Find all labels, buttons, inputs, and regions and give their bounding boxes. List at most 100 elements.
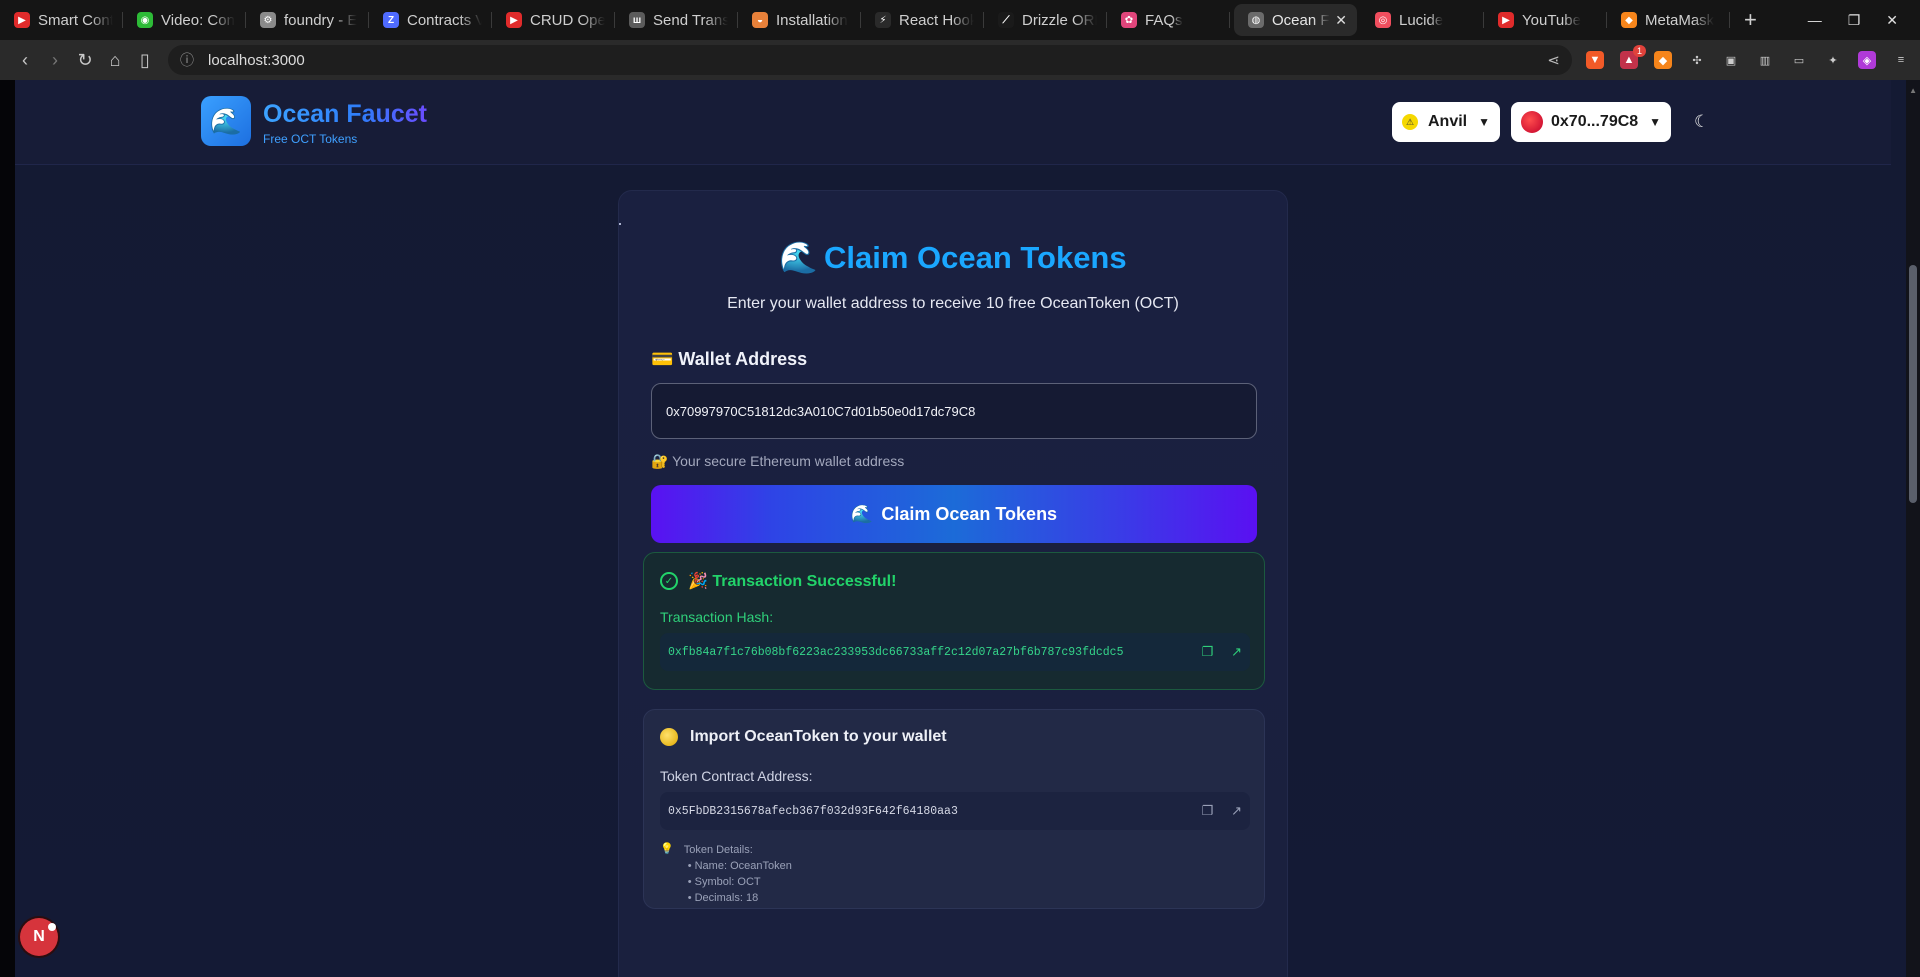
claim-card: 🌊 Claim Ocean Tokens Enter your wallet ad…	[618, 190, 1288, 977]
browser-toolbar: ‹ › ↻ ⌂ ▯ ⓘ localhost:3000 ⋖ ▼ ▲ 1 ◆ ✣ ▣ …	[0, 40, 1920, 80]
wave-icon: 🌊	[779, 240, 818, 275]
tab-label: Video: Con	[161, 11, 235, 29]
brand-title[interactable]: Ocean Faucet	[263, 100, 427, 129]
tab-label: foundry - E	[284, 11, 358, 29]
network-selector-button[interactable]: ⚠ Anvil ▼	[1392, 102, 1500, 142]
close-window-icon[interactable]: ✕	[1886, 12, 1898, 29]
forward-icon[interactable]: ›	[40, 50, 70, 71]
transaction-success-panel: ✓ 🎉 Transaction Successful! Transaction …	[643, 552, 1265, 690]
import-token-panel: Import OceanToken to your wallet Token C…	[643, 709, 1265, 909]
maximize-icon[interactable]: ❐	[1848, 12, 1861, 29]
tab-a-0[interactable]: ▶ Smart Cont	[0, 0, 123, 40]
token-details: 💡 Token Details: • Name: OceanToken • Sy…	[660, 842, 792, 906]
tab-a-8[interactable]: ⟋ Drizzle ORM	[984, 0, 1107, 40]
token-address-value[interactable]: 0x5FbDB2315678afecb367f032d93F642f64180a…	[668, 805, 958, 818]
token-detail-name: • Name: OceanToken	[687, 860, 792, 872]
brand-subtitle: Free OCT Tokens	[263, 132, 358, 146]
leo-ai-icon[interactable]: ✦	[1824, 51, 1842, 69]
tab-b-1[interactable]: ▶ YouTube	[1484, 0, 1607, 40]
minimize-icon[interactable]: —	[1808, 12, 1822, 29]
wave-logo-icon[interactable]: 🌊	[201, 96, 251, 146]
token-address-label: Token Contract Address:	[660, 768, 813, 784]
new-tab-button[interactable]: +	[1730, 7, 1771, 33]
token-address-row: 0x5FbDB2315678afecb367f032d93F642f64180a…	[660, 792, 1250, 830]
share-icon[interactable]: ⋖	[1547, 51, 1560, 69]
account-avatar	[1521, 111, 1543, 133]
browser-tab-bar: ▶ Smart Cont ◉ Video: Con ⚙ foundry - E Z Contr…	[0, 0, 1920, 40]
scroll-up-arrow-icon[interactable]: ▲	[1909, 86, 1917, 95]
tab-a-2[interactable]: ⚙ foundry - E	[246, 0, 369, 40]
scrollbar-thumb[interactable]	[1909, 265, 1917, 503]
account-label: 0x70...79C8	[1551, 113, 1639, 130]
copy-icon[interactable]: ❐	[1201, 644, 1213, 660]
sidebar-icon[interactable]: ▥	[1756, 51, 1774, 69]
tab-favicon-icon: Z	[383, 12, 399, 28]
metamask-extension-icon[interactable]: ◆	[1654, 51, 1672, 69]
tab-a-3[interactable]: Z Contracts V	[369, 0, 492, 40]
tab-label: Lucide	[1399, 11, 1444, 29]
tab-a-7[interactable]: ⚡ React Hook	[861, 0, 984, 40]
tab-label: Send Trans	[653, 11, 728, 29]
left-edge	[0, 80, 15, 977]
import-title-text: Import OceanToken to your wallet	[690, 728, 947, 745]
wallet-address-input[interactable]	[651, 383, 1257, 439]
tab-a-5[interactable]: ш Send Trans	[615, 0, 738, 40]
extension-icons: ▼ ▲ 1 ◆ ✣ ▣ ▥ ▭ ✦ ◈ ≡	[1586, 45, 1910, 69]
tab-favicon-icon: ▶	[14, 12, 30, 28]
claim-subtitle: Enter your wallet address to receive 10 …	[727, 295, 1179, 312]
home-icon[interactable]: ⌂	[100, 50, 130, 71]
success-title: ✓ 🎉 Transaction Successful!	[660, 571, 896, 591]
screenshot-icon[interactable]: ▣	[1722, 51, 1740, 69]
transaction-hash-value[interactable]: 0xfb84a7f1c76b08bf6223ac233953dc66733aff…	[668, 646, 1123, 659]
token-detail-decimals: • Decimals: 18	[687, 892, 759, 904]
wallet-icon[interactable]: ▭	[1790, 51, 1808, 69]
coin-icon	[660, 728, 678, 746]
claim-tokens-button[interactable]: 🌊 Claim Ocean Tokens	[651, 485, 1257, 543]
tab-a-4[interactable]: ▶ CRUD Oper	[492, 0, 615, 40]
external-link-icon[interactable]: ↗	[1231, 644, 1242, 660]
address-bar[interactable]: ⓘ localhost:3000 ⋖	[168, 45, 1572, 75]
tab-label: FAQs	[1145, 11, 1183, 29]
scrollbar-track[interactable]: ▲	[1906, 80, 1920, 977]
menu-icon[interactable]: ≡	[1892, 51, 1910, 69]
network-label: Anvil	[1428, 113, 1468, 130]
wave-icon: 🌊	[850, 503, 874, 524]
copy-icon[interactable]: ❐	[1201, 803, 1213, 819]
tab-favicon-icon: ◉	[137, 12, 153, 28]
token-detail-symbol: • Symbol: OCT	[687, 876, 761, 888]
tab-favicon-icon: ⚙	[260, 12, 276, 28]
tab-a-9[interactable]: ✿ FAQs	[1107, 0, 1230, 40]
tab-favicon-icon: ◎	[1375, 12, 1391, 28]
claim-title-text: Claim Ocean Tokens	[823, 240, 1127, 275]
site-header: 🌊 Ocean Faucet Free OCT Tokens ⚠ Anvil ▼…	[15, 80, 1891, 165]
tab-active-ocean-faucet[interactable]: ◍ Ocean F ✕	[1234, 4, 1357, 36]
extensions-puzzle-icon[interactable]: ✣	[1688, 51, 1706, 69]
theme-toggle-moon-icon[interactable]: ☾	[1694, 112, 1709, 132]
site-info-icon[interactable]: ⓘ	[180, 50, 194, 70]
tab-label: CRUD Oper	[530, 11, 605, 29]
chevron-down-icon: ▼	[1649, 115, 1661, 129]
external-link-icon[interactable]: ↗	[1231, 803, 1242, 819]
back-icon[interactable]: ‹	[10, 50, 40, 71]
tab-favicon-icon: ⟋	[998, 12, 1014, 28]
window-controls: — ❐ ✕	[1808, 12, 1920, 29]
brave-shield-icon[interactable]: ▼	[1586, 51, 1604, 69]
tab-favicon-icon: ▶	[506, 12, 522, 28]
reload-icon[interactable]: ↻	[70, 50, 100, 71]
page-viewport: 🌊 Ocean Faucet Free OCT Tokens ⚠ Anvil ▼…	[0, 80, 1920, 977]
vpn-icon[interactable]: ◈	[1858, 51, 1876, 69]
tab-b-0[interactable]: ◎ Lucide	[1361, 0, 1484, 40]
transaction-hash-label: Transaction Hash:	[660, 609, 774, 625]
rewards-badge: 1	[1632, 45, 1646, 57]
wallet-address-hint: 🔐 Your secure Ethereum wallet address	[651, 453, 905, 469]
token-details-title: Token Details:	[683, 844, 753, 856]
tab-a-6[interactable]: ◒ Installation	[738, 0, 861, 40]
success-title-text: 🎉 Transaction Successful!	[688, 573, 897, 590]
tab-a-1[interactable]: ◉ Video: Con	[123, 0, 246, 40]
tab-label: Installation	[776, 11, 848, 29]
tab-b-2[interactable]: ◆ MetaMask	[1607, 0, 1730, 40]
account-button[interactable]: 0x70...79C8 ▼	[1511, 102, 1671, 142]
close-tab-icon[interactable]: ✕	[1335, 12, 1347, 29]
bookmark-icon[interactable]: ▯	[130, 50, 160, 71]
brave-rewards-icon[interactable]: ▲ 1	[1620, 45, 1646, 69]
